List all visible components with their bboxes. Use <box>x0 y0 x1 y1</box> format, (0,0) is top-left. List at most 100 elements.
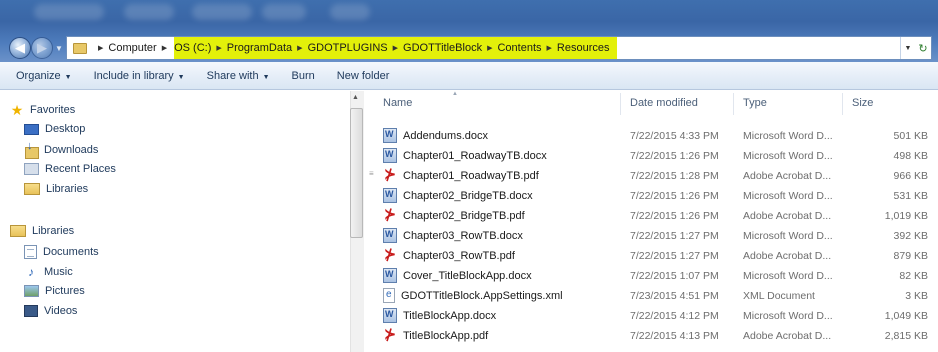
file-name-cell[interactable]: ⊁ TitleBlockApp.pdf <box>383 327 489 344</box>
file-name: Addendums.docx <box>403 129 488 142</box>
file-name-cell[interactable]: Chapter02_BridgeTB.docx <box>383 188 533 203</box>
file-date-modified: 7/22/2015 4:12 PM <box>630 310 719 322</box>
sidebar-item-desktop[interactable]: Desktop <box>24 123 85 135</box>
file-list: ▲ Name Date modified Type Size Addendums… <box>372 91 938 352</box>
file-date-modified: 7/22/2015 1:27 PM <box>630 230 719 242</box>
recent-places-icon <box>24 163 39 175</box>
breadcrumb-os-c[interactable]: OS (C:) <box>174 42 211 54</box>
chevron-down-icon[interactable]: ▼ <box>901 45 915 52</box>
file-row[interactable]: ⊁ Chapter03_RowTB.pdf 7/22/2015 1:27 PM Ado… <box>372 245 938 265</box>
column-header-name[interactable]: Name <box>383 97 412 109</box>
file-size: 531 KB <box>893 190 928 202</box>
file-name-cell[interactable]: Chapter01_RoadwayTB.docx <box>383 148 547 163</box>
sidebar-item-label: Documents <box>43 246 99 258</box>
chevron-right-icon[interactable]: ▶ <box>393 44 398 52</box>
libraries-icon <box>10 225 26 237</box>
chevron-down-icon: ▼ <box>64 73 72 81</box>
sidebar-item-downloads[interactable]: Downloads <box>24 140 99 159</box>
chevron-right-icon[interactable]: ▶ <box>547 44 552 52</box>
sidebar-item-pictures[interactable]: Pictures <box>24 285 85 297</box>
column-divider[interactable] <box>842 93 843 115</box>
file-name: Chapter01_RoadwayTB.docx <box>403 149 547 162</box>
chevron-right-icon[interactable]: ▶ <box>98 44 103 52</box>
folder-icon <box>73 42 87 54</box>
chevron-right-icon[interactable]: ▶ <box>216 44 221 52</box>
breadcrumb-computer[interactable]: Computer <box>108 42 156 54</box>
file-name-cell[interactable]: TitleBlockApp.docx <box>383 308 496 323</box>
refresh-icon[interactable]: ↻ <box>915 42 931 55</box>
libraries-icon <box>24 183 40 195</box>
blurred-title-area <box>262 4 306 20</box>
file-date-modified: 7/22/2015 1:26 PM <box>630 190 719 202</box>
column-header-date-modified[interactable]: Date modified <box>630 97 698 109</box>
sidebar-item-libraries-shortcut[interactable]: Libraries <box>24 183 88 195</box>
breadcrumb-gdottitleblock[interactable]: GDOTTitleBlock <box>403 42 482 54</box>
file-name-cell[interactable]: ⊁ Chapter02_BridgeTB.pdf <box>383 208 525 223</box>
scroll-up-arrow-icon[interactable]: ▲ <box>352 94 359 101</box>
word-document-icon <box>383 308 397 323</box>
desktop-icon <box>24 123 39 135</box>
file-size: 2,815 KB <box>884 330 928 342</box>
sidebar-libraries[interactable]: Libraries <box>10 225 74 237</box>
sidebar-item-label: Downloads <box>44 144 99 156</box>
file-name-cell[interactable]: ⊁ Chapter03_RowTB.pdf <box>383 248 515 263</box>
file-size: 3 KB <box>905 290 928 302</box>
address-bar-controls: ▼ ↻ <box>900 37 931 59</box>
burn-button[interactable]: Burn <box>292 70 315 82</box>
sidebar-favorites[interactable]: ★ Favorites <box>10 103 76 117</box>
file-type: Adobe Acrobat D... <box>743 330 832 342</box>
file-date-modified: 7/22/2015 1:07 PM <box>630 270 719 282</box>
highlighted-path: OS (C:) ▶ ProgramData ▶ GDOTPLUGINS ▶ GD… <box>174 37 618 59</box>
new-folder-button[interactable]: New folder <box>337 70 390 82</box>
breadcrumb-resources[interactable]: Resources <box>557 42 610 54</box>
file-row[interactable]: Chapter03_RowTB.docx 7/22/2015 1:27 PM Mic… <box>372 225 938 245</box>
file-size: 392 KB <box>893 230 928 242</box>
file-name-cell[interactable]: Chapter03_RowTB.docx <box>383 228 523 243</box>
file-row[interactable]: ⊁ TitleBlockApp.pdf 7/22/2015 4:13 PM Adobe… <box>372 325 938 345</box>
forward-button[interactable]: ▶ <box>31 37 53 59</box>
sidebar-item-label: Favorites <box>30 104 76 116</box>
column-divider[interactable] <box>620 93 621 115</box>
breadcrumb-gdotplugins[interactable]: GDOTPLUGINS <box>308 42 388 54</box>
chevron-right-icon[interactable]: ▶ <box>162 44 167 52</box>
chevron-right-icon[interactable]: ▶ <box>297 44 302 52</box>
file-name-cell[interactable]: Cover_TitleBlockApp.docx <box>383 268 532 283</box>
sidebar-item-documents[interactable]: Documents <box>24 245 99 259</box>
back-button[interactable]: ◀ <box>9 37 31 59</box>
word-document-icon <box>383 188 397 203</box>
sidebar-item-music[interactable]: ♪ Music <box>24 265 73 279</box>
file-date-modified: 7/22/2015 1:26 PM <box>630 150 719 162</box>
include-in-library-button[interactable]: Include in library ▼ <box>94 70 185 82</box>
column-header-size[interactable]: Size <box>852 97 873 109</box>
file-row[interactable]: ⊁ Chapter01_RoadwayTB.pdf 7/22/2015 1:28 P… <box>372 165 938 185</box>
pdf-icon: ⊁ <box>383 327 397 344</box>
navigation-row: ◀ ▶ ▼ ▶ Computer ▶ OS (C:) ▶ ProgramData… <box>0 30 938 62</box>
scrollbar-thumb[interactable] <box>350 108 363 238</box>
share-with-button[interactable]: Share with ▼ <box>207 70 270 82</box>
file-name-cell[interactable]: Addendums.docx <box>383 128 488 143</box>
chevron-down-icon: ▼ <box>177 73 185 81</box>
file-name-cell[interactable]: ⊁ Chapter01_RoadwayTB.pdf <box>383 168 539 183</box>
file-row[interactable]: Addendums.docx 7/22/2015 4:33 PM Microsoft… <box>372 125 938 145</box>
sidebar-item-videos[interactable]: Videos <box>24 305 77 317</box>
file-row[interactable]: Cover_TitleBlockApp.docx 7/22/2015 1:07 P… <box>372 265 938 285</box>
column-divider[interactable] <box>733 93 734 115</box>
column-header-type[interactable]: Type <box>743 97 767 109</box>
file-name-cell[interactable]: GDOTTitleBlock.AppSettings.xml <box>383 288 563 303</box>
file-row[interactable]: TitleBlockApp.docx 7/22/2015 4:12 PM Micro… <box>372 305 938 325</box>
breadcrumb-programdata[interactable]: ProgramData <box>227 42 292 54</box>
file-row[interactable]: Chapter02_BridgeTB.docx 7/22/2015 1:26 PM… <box>372 185 938 205</box>
chevron-right-icon[interactable]: ▶ <box>487 44 492 52</box>
downloads-icon <box>24 140 39 159</box>
breadcrumb-contents[interactable]: Contents <box>497 42 541 54</box>
sidebar-item-recent-places[interactable]: Recent Places <box>24 163 116 175</box>
file-row[interactable]: GDOTTitleBlock.AppSettings.xml 7/23/2015 … <box>372 285 938 305</box>
share-with-label: Share with <box>206 69 259 82</box>
file-row[interactable]: ⊁ Chapter02_BridgeTB.pdf 7/22/2015 1:26 PM… <box>372 205 938 225</box>
word-document-icon <box>383 228 397 243</box>
file-size: 1,019 KB <box>884 210 928 222</box>
address-bar[interactable]: ▶ Computer ▶ OS (C:) ▶ ProgramData ▶ GDO… <box>66 36 932 60</box>
organize-button[interactable]: Organize ▼ <box>16 70 72 82</box>
recent-pages-dropdown[interactable]: ▼ <box>55 44 63 53</box>
file-row[interactable]: Chapter01_RoadwayTB.docx 7/22/2015 1:26 P… <box>372 145 938 165</box>
